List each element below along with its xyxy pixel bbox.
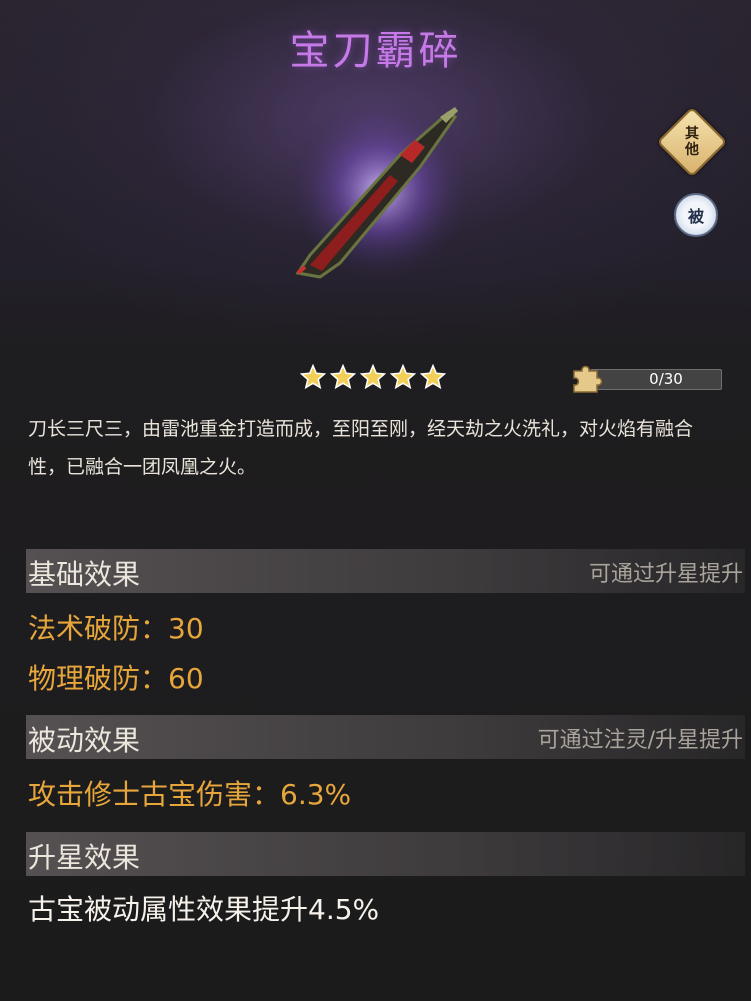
section-star-up-header: 升星效果: [26, 832, 745, 876]
rarity-stars: [300, 364, 446, 390]
section-title: 被动效果: [28, 724, 141, 757]
attribute-physical-penetration: 物理破防：60: [28, 662, 204, 695]
section-title: 基础效果: [28, 558, 141, 591]
section-hint: 可通过注灵/升星提升: [537, 728, 743, 753]
attribute-treasure-damage: 攻击修士古宝伤害：6.3%: [28, 778, 352, 811]
star-icon: [390, 364, 416, 390]
section-passive-header: 被动效果 可通过注灵/升星提升: [26, 715, 745, 759]
section-hint: 可通过升星提升: [588, 562, 743, 587]
passive-icon[interactable]: 被: [674, 193, 718, 237]
item-title: 宝刀霸碎: [289, 28, 462, 74]
item-description: 刀长三尺三，由雷池重金打造而成，至阳至刚，经天劫之火洗礼，对火焰有融合性，已融合…: [28, 418, 694, 478]
star-icon: [420, 364, 446, 390]
puzzle-piece-icon: [573, 365, 603, 393]
section-basic-header: 基础效果 可通过升星提升: [26, 549, 745, 593]
fragment-count: 0/30: [649, 370, 683, 388]
star-up-effect-text: 古宝被动属性效果提升4.5%: [28, 893, 380, 926]
attribute-magic-penetration: 法术破防：30: [28, 612, 204, 645]
fragment-progress-bar: 0/30: [590, 369, 722, 390]
category-label: 其他: [685, 126, 699, 158]
star-icon: [360, 364, 386, 390]
star-icon: [330, 364, 356, 390]
star-icon: [300, 364, 326, 390]
passive-label: 被: [687, 207, 704, 226]
weapon-image: [285, 95, 475, 285]
section-title: 升星效果: [28, 841, 141, 874]
